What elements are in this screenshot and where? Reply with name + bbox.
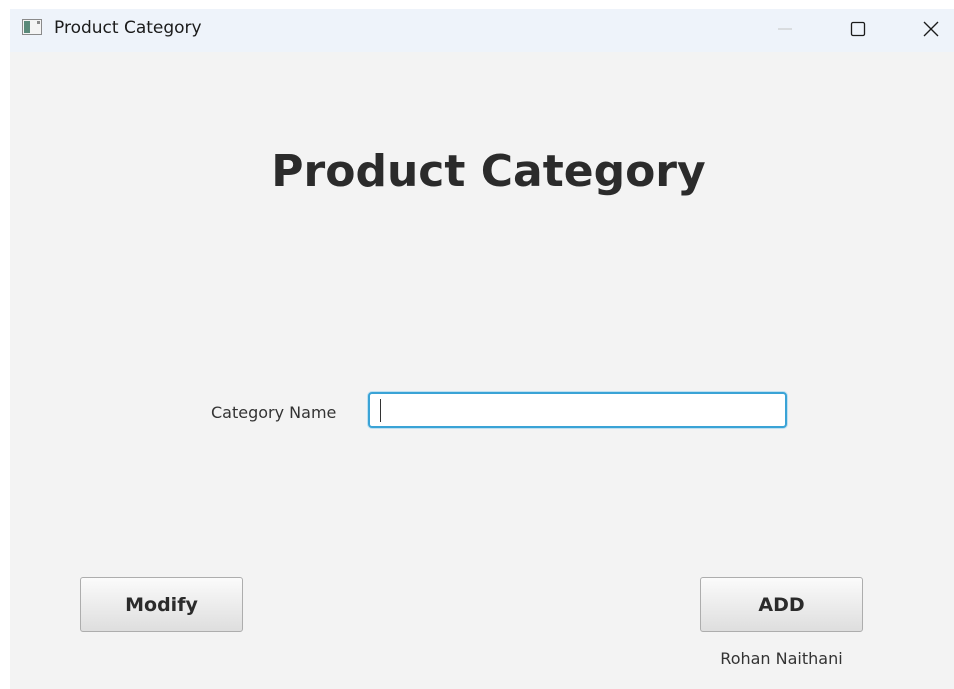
close-button[interactable]: [908, 9, 954, 49]
author-name: Rohan Naithani: [720, 649, 843, 668]
category-name-label: Category Name: [211, 403, 337, 422]
app-window: Product Category Product Category Catego…: [10, 9, 954, 689]
app-icon: [22, 19, 42, 35]
minimize-icon: [778, 28, 792, 30]
add-button[interactable]: ADD: [700, 577, 863, 632]
maximize-icon: [850, 21, 866, 37]
page-title: Product Category: [271, 146, 706, 197]
minimize-button[interactable]: [762, 9, 808, 49]
text-caret: [380, 399, 381, 422]
close-icon: [923, 21, 939, 37]
category-name-input[interactable]: [368, 392, 787, 428]
maximize-button[interactable]: [835, 9, 881, 49]
window-title: Product Category: [54, 18, 202, 38]
title-bar[interactable]: Product Category: [10, 9, 954, 52]
modify-button[interactable]: Modify: [80, 577, 243, 632]
